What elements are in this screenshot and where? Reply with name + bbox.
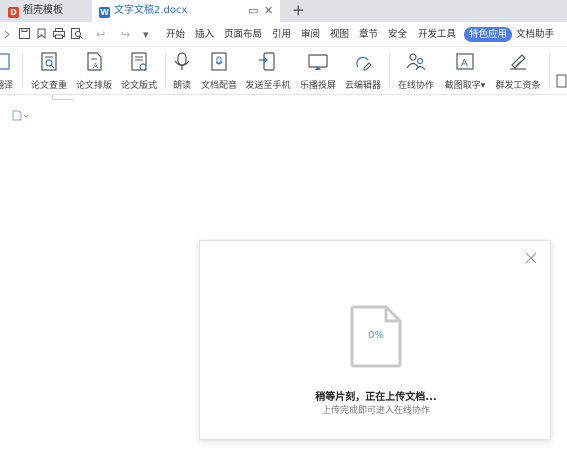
ribbon-divider: [549, 53, 550, 89]
cloud-editor-button[interactable]: 云编辑器: [343, 51, 383, 91]
ocr-icon: A: [456, 53, 474, 70]
print-icon[interactable]: [53, 28, 65, 39]
menu-home[interactable]: 开始: [166, 27, 185, 42]
menu-developer-tools[interactable]: 开发工具: [418, 27, 456, 42]
ribbon-label: 在线协作: [397, 81, 434, 91]
online-collaborate-button[interactable]: 在线协作: [396, 51, 436, 91]
translate-icon: [0, 53, 10, 70]
docer-logo-icon: D: [8, 7, 19, 18]
close-icon[interactable]: [524, 251, 538, 265]
menu-sections[interactable]: 章节: [359, 27, 378, 42]
paper-check-icon: [41, 52, 57, 71]
ribbon-divider: [389, 53, 390, 89]
ribbon-divider: [22, 53, 23, 89]
svg-text:A: A: [93, 62, 98, 70]
redo-icon[interactable]: ↪: [121, 28, 130, 41]
menu-bar: ↩ ↪ ▾ 开始 插入 页面布局 引用 审阅 视图 章节 安全 开发工具 特色应…: [0, 22, 567, 47]
ribbon-label: 朗读: [172, 81, 191, 91]
ribbon-overflow-icon[interactable]: [556, 74, 567, 88]
customize-dropdown-icon[interactable]: ▾: [143, 28, 149, 41]
tab-docer-templates[interactable]: D 稻壳模板: [0, 0, 92, 22]
upload-progress-percent: 0%: [368, 330, 384, 341]
ribbon-label: 论文查重: [30, 81, 67, 91]
microphone-icon: [174, 52, 190, 70]
screen-cast-button[interactable]: 乐播投屏: [298, 51, 338, 91]
payslip-icon: [510, 54, 526, 70]
tab-label: 文字文稿2.docx: [114, 5, 188, 16]
ribbon-label: 论文版式: [120, 81, 157, 91]
ocr-button[interactable]: A 截图取字▾: [441, 51, 489, 91]
menu-view[interactable]: 视图: [330, 27, 349, 42]
cloud-editor-icon: [356, 56, 372, 71]
document-nav-icon[interactable]: [12, 110, 29, 124]
ribbon-label: 云编辑器: [344, 81, 381, 91]
ruler-marker: [52, 99, 74, 100]
collaborate-icon: [406, 53, 426, 71]
paper-layout-button[interactable]: A 论文排版: [74, 51, 114, 91]
ruler-tick: [52, 95, 53, 100]
close-tab-icon[interactable]: ✕: [264, 0, 273, 22]
menu-references[interactable]: 引用: [272, 27, 291, 42]
dubbing-button[interactable]: 文档配音: [199, 51, 239, 91]
ribbon-label: 乐播投屏: [299, 81, 336, 91]
writer-logo-icon: W: [99, 7, 110, 18]
send-to-phone-button[interactable]: 发送至手机: [244, 51, 292, 91]
upload-dialog: 0% 稍等片刻，正在上传文档... 上传完成即可进入在线协作: [199, 240, 551, 440]
menu-insert[interactable]: 插入: [195, 27, 214, 42]
ribbon-toolbar: 翻译 论文查重 A 论文排版 论文版式 朗读 文档配音 发送至手机 乐播投屏 云…: [0, 47, 567, 95]
menu-review[interactable]: 审阅: [301, 27, 320, 42]
ribbon-label: 发送至手机: [245, 81, 291, 91]
paper-layout-icon: A: [87, 52, 102, 71]
menu-special-apps[interactable]: 特色应用: [464, 27, 513, 42]
svg-text:A: A: [461, 58, 468, 69]
translate-button[interactable]: 翻译: [0, 51, 15, 91]
ribbon-label: 群发工资条: [495, 81, 541, 91]
ribbon-label: 翻译: [0, 81, 13, 91]
page-icon: [12, 110, 29, 121]
payslip-button[interactable]: 群发工资条: [494, 51, 542, 91]
paper-format-button[interactable]: 论文版式: [119, 51, 159, 91]
dubbing-icon: [211, 52, 227, 71]
print-preview-icon[interactable]: [71, 28, 83, 39]
screen-cast-icon: [308, 54, 328, 70]
undo-icon[interactable]: ↩: [96, 28, 105, 41]
upload-status-title: 稍等片刻，正在上传文档...: [315, 392, 437, 403]
paper-format-icon: [131, 52, 147, 71]
tab-bar: D 稻壳模板 W 文字文稿2.docx ▭ ✕ +: [0, 0, 567, 22]
read-aloud-button[interactable]: 朗读: [170, 51, 194, 91]
template-icon[interactable]: [36, 28, 47, 39]
save-icon[interactable]: [19, 28, 30, 39]
ribbon-divider: [165, 53, 166, 89]
paper-check-button[interactable]: 论文查重: [29, 51, 69, 91]
new-tab-button[interactable]: +: [292, 0, 305, 21]
menu-page-layout[interactable]: 页面布局: [224, 27, 262, 42]
send-to-phone-icon: [259, 52, 275, 71]
tab-label: 稻壳模板: [23, 5, 63, 16]
ribbon-label: 截图取字▾: [444, 81, 486, 91]
menu-chevron-icon[interactable]: [4, 28, 10, 41]
ribbon-label: 论文排版: [75, 81, 112, 91]
pin-icon[interactable]: ▭: [248, 0, 258, 22]
ribbon-label: 文档配音: [200, 81, 237, 91]
upload-status-subtitle: 上传完成即可进入在线协作: [321, 406, 430, 416]
dropdown-arrow-icon[interactable]: ▾: [481, 81, 486, 91]
menu-security[interactable]: 安全: [388, 27, 407, 42]
menu-doc-assistant[interactable]: 文档助手: [516, 27, 554, 42]
